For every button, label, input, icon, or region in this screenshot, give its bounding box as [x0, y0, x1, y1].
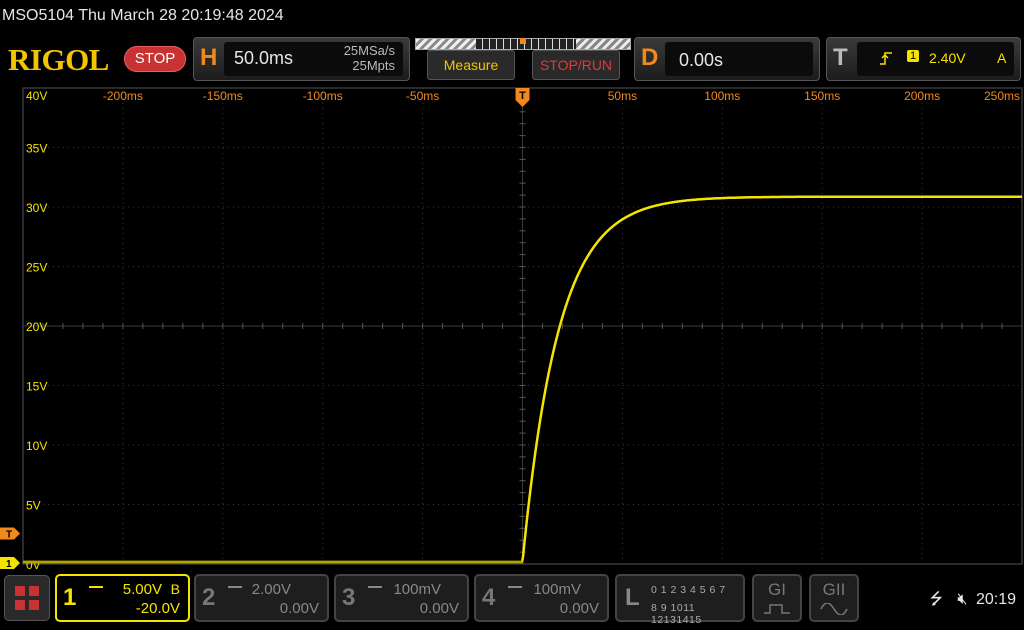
menu-grid-icon — [15, 586, 39, 610]
channel-3-box[interactable]: 3 100mV 0.00V — [334, 574, 469, 622]
channel-4-number: 4 — [482, 584, 496, 611]
voltage-axis-label: 0V — [26, 558, 41, 570]
time-axis-label: -50ms — [406, 89, 439, 103]
top-toolbar: RIGOL STOP H 50.0ms 25MSa/s 25Mpts Measu… — [0, 34, 1024, 86]
rigol-logo: RIGOL — [8, 42, 109, 77]
delay-value: 0.00s — [679, 50, 724, 70]
main-menu-button[interactable] — [4, 575, 50, 621]
waveform-grid: -200ms -150ms -100ms -50ms 50ms 100ms 150ms 200… — [0, 87, 1023, 570]
trigger-label: T — [833, 44, 848, 71]
generator-2-label: GII — [822, 580, 846, 599]
trigger-level: 2.40V — [929, 50, 966, 66]
status-area: ⭍ 🔇︎ 20:19 — [930, 588, 1016, 615]
generator-1-label: GI — [768, 580, 786, 599]
trigger-level-label: T — [6, 529, 12, 540]
time-axis-label: -150ms — [203, 89, 243, 103]
run-state-indicator[interactable]: STOP — [124, 46, 186, 72]
voltage-axis-label: 35V — [26, 142, 47, 156]
channel-1-number: 1 — [63, 584, 77, 611]
voltage-axis-label: 15V — [26, 380, 47, 394]
channel-1-offset: -20.0V — [135, 600, 180, 617]
memory-position-bar[interactable] — [415, 38, 631, 50]
waveform-display[interactable]: -200ms -150ms -100ms -50ms 50ms 100ms 150ms 200… — [0, 86, 1024, 570]
channel-2-box[interactable]: 2 2.00V 0.00V — [194, 574, 329, 622]
memory-depth: 25Mpts — [352, 58, 395, 73]
logic-label: L — [625, 584, 640, 611]
dc-coupling-icon — [368, 586, 382, 594]
time-axis-label: 100ms — [704, 89, 740, 103]
channel-1-scale: 5.00V — [122, 581, 162, 598]
usb-icon: ⭍ — [929, 591, 943, 608]
delay-panel[interactable]: D 0.00s — [634, 37, 820, 81]
channel-2-offset: 0.00V — [279, 600, 319, 617]
channel-3-scale: 100mV — [393, 581, 441, 598]
rising-edge-icon — [880, 52, 892, 65]
generator-2-button[interactable]: GII — [809, 574, 859, 622]
bottom-bar: 1 5.00V B -20.0V 2 2.00V 0.00V 3 100mV 0… — [0, 570, 1024, 630]
logic-channels-high: 8 9 1011 12131415 — [651, 602, 702, 626]
dc-coupling-icon — [508, 586, 522, 594]
channel-4-box[interactable]: 4 100mV 0.00V — [474, 574, 609, 622]
voltage-axis-label: 30V — [26, 201, 47, 215]
sine-wave-icon — [820, 602, 848, 616]
sample-rate: 25MSa/s — [343, 43, 395, 58]
channel-1-box[interactable]: 1 5.00V B -20.0V — [55, 574, 190, 622]
clock-time: 20:19 — [975, 591, 1016, 608]
trigger-source-badge: 1 — [907, 50, 920, 62]
channel-4-scale: 100mV — [533, 581, 581, 598]
stop-run-button[interactable]: STOP/RUN — [532, 50, 620, 80]
time-axis-label: 150ms — [804, 89, 840, 103]
dc-coupling-icon — [228, 586, 242, 594]
time-axis-label: -100ms — [303, 89, 343, 103]
channel-3-number: 3 — [342, 584, 356, 611]
time-axis-label: 250ms — [984, 89, 1020, 103]
time-axis-label: 200ms — [904, 89, 940, 103]
window-title: MSO5104 Thu March 28 20:19:48 2024 — [0, 0, 1024, 34]
voltage-axis-label: 10V — [26, 439, 47, 453]
dc-coupling-icon — [89, 586, 103, 594]
channel-2-scale: 2.00V — [251, 581, 291, 598]
channel-3-offset: 0.00V — [419, 600, 459, 617]
timebase-value: 50.0ms — [234, 48, 294, 68]
channel-1-ground-label: 1 — [6, 559, 12, 570]
generator-1-button[interactable]: GI — [752, 574, 802, 622]
horizontal-panel[interactable]: H 50.0ms 25MSa/s 25Mpts — [193, 37, 410, 81]
trigger-mode: A — [997, 50, 1007, 66]
voltage-axis-label: 40V — [26, 89, 47, 103]
logic-analyzer-box[interactable]: L 0 1 2 3 4 5 6 7 8 9 1011 12131415 — [615, 574, 745, 626]
channel-4-offset: 0.00V — [559, 600, 599, 617]
logic-channels-low: 0 1 2 3 4 5 6 7 — [651, 584, 726, 596]
voltage-axis-label: 5V — [26, 499, 41, 513]
horizontal-label: H — [200, 44, 218, 71]
memory-window — [476, 39, 576, 49]
trigger-position-marker — [520, 38, 526, 44]
trigger-panel[interactable]: T 1 2.40V A — [826, 37, 1021, 81]
time-axis-label: -200ms — [103, 89, 143, 103]
square-wave-icon — [764, 604, 790, 614]
time-axis-label: 50ms — [608, 89, 637, 103]
measure-button[interactable]: Measure — [427, 50, 515, 80]
trigger-position-label: T — [519, 90, 526, 102]
channel-1-bw-limit: B — [170, 581, 180, 597]
mute-icon[interactable]: 🔇︎ — [957, 591, 967, 608]
voltage-axis-label: 20V — [26, 320, 47, 334]
voltage-axis-label: 25V — [26, 261, 47, 275]
delay-label: D — [641, 44, 659, 71]
channel-2-number: 2 — [202, 584, 216, 611]
